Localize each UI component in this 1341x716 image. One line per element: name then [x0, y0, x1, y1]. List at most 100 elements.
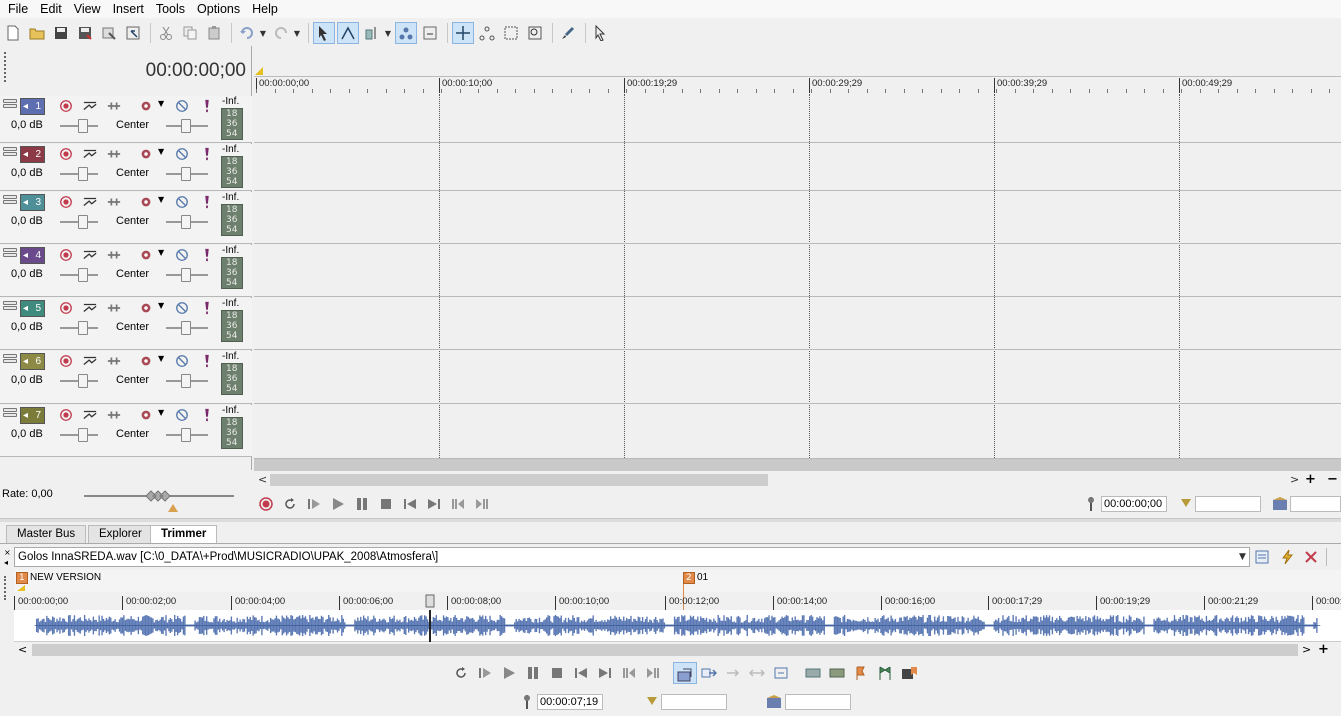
tab-explorer[interactable]: Explorer	[88, 525, 153, 543]
selection-length-field[interactable]	[1290, 496, 1341, 512]
menu-edit[interactable]: Edit	[34, 0, 68, 18]
playhead-handle-icon[interactable]	[425, 594, 435, 608]
track-fx-icon[interactable]	[107, 195, 121, 209]
timeline-area[interactable]	[254, 46, 1341, 470]
snap-button[interactable]	[361, 22, 383, 44]
slider-handle[interactable]	[78, 374, 88, 388]
insert-marker-icon[interactable]	[853, 665, 869, 681]
menu-file[interactable]: File	[2, 0, 34, 18]
arm-record-icon[interactable]	[59, 354, 73, 368]
track-fx-icon[interactable]	[107, 301, 121, 315]
track-expand-icon[interactable]	[3, 248, 17, 263]
create-region-icon[interactable]	[829, 665, 845, 681]
track-header-2[interactable]: ◂ 2 ▼ 0,0 dB Center -Inf. 18 36 54	[0, 144, 252, 191]
slider-handle[interactable]	[181, 374, 191, 388]
track-envelope-icon[interactable]	[83, 301, 97, 315]
trimmer-zoom-fit-icon[interactable]	[773, 665, 789, 681]
redo-button[interactable]	[270, 22, 292, 44]
solo-icon[interactable]	[200, 408, 214, 422]
slider-handle[interactable]	[78, 119, 88, 133]
snap-dropdown-icon[interactable]: ▼	[383, 22, 393, 44]
zoom-tool-button[interactable]	[524, 22, 546, 44]
track-pan-slider[interactable]	[166, 167, 208, 181]
slider-handle[interactable]	[78, 215, 88, 229]
fit-to-fill-icon[interactable]	[749, 665, 765, 681]
loop-icon[interactable]	[282, 496, 298, 512]
menu-tools[interactable]: Tools	[150, 0, 191, 18]
scroll-left-icon[interactable]: <	[258, 473, 267, 486]
solo-icon[interactable]	[200, 301, 214, 315]
cut-button[interactable]	[155, 22, 177, 44]
track-envelope-icon[interactable]	[83, 195, 97, 209]
track-expand-icon[interactable]	[3, 408, 17, 423]
track-number-badge[interactable]: ◂ 4	[20, 247, 45, 264]
track-volume-slider[interactable]	[60, 321, 98, 335]
track-pan-slider[interactable]	[166, 374, 208, 388]
chevron-down-icon[interactable]: ▼	[158, 408, 164, 417]
auto-ripple-button[interactable]	[395, 22, 417, 44]
track-fx-icon[interactable]	[107, 147, 121, 161]
play-icon[interactable]	[330, 496, 346, 512]
normal-edit-tool-button[interactable]	[452, 22, 474, 44]
track-fx-icon[interactable]	[107, 99, 121, 113]
open-button[interactable]	[26, 22, 48, 44]
track-volume-slider[interactable]	[60, 215, 98, 229]
collapse-left-icon[interactable]: ◂	[4, 558, 10, 568]
solo-icon[interactable]	[200, 248, 214, 262]
trimmer-scroll-thumb[interactable]	[32, 644, 1298, 656]
track-pan-slider[interactable]	[166, 119, 208, 133]
gear-icon[interactable]	[139, 354, 153, 368]
slider-handle[interactable]	[181, 268, 191, 282]
tab-master-bus[interactable]: Master Bus	[6, 525, 87, 543]
track-expand-icon[interactable]	[3, 147, 17, 162]
trimmer-previous-frame-icon[interactable]	[621, 665, 637, 681]
selection-start-field[interactable]	[1195, 496, 1261, 512]
track-fx-icon[interactable]	[107, 354, 121, 368]
slider-handle[interactable]	[78, 428, 88, 442]
trimmer-go-to-end-icon[interactable]	[597, 665, 613, 681]
track-header-4[interactable]: ◂ 4 ▼ 0,0 dB Center -Inf. 18 36 54	[0, 245, 252, 297]
gear-icon[interactable]	[139, 99, 153, 113]
rate-slider-thumb-icon[interactable]	[145, 489, 171, 503]
trimmer-history-icon[interactable]	[1255, 549, 1271, 565]
stop-icon[interactable]	[378, 496, 394, 512]
track-fx-icon[interactable]	[107, 248, 121, 262]
arm-record-icon[interactable]	[59, 301, 73, 315]
chevron-down-icon[interactable]: ▼	[158, 301, 164, 310]
zoom-out-icon[interactable]: −	[1327, 472, 1338, 487]
track-number-badge[interactable]: ◂ 5	[20, 300, 45, 317]
slider-handle[interactable]	[181, 167, 191, 181]
track-header-7[interactable]: ◂ 7 ▼ 0,0 dB Center -Inf. 18 36 54	[0, 405, 252, 457]
menu-help[interactable]: Help	[246, 0, 284, 18]
arm-record-icon[interactable]	[59, 408, 73, 422]
track-header-5[interactable]: ◂ 5 ▼ 0,0 dB Center -Inf. 18 36 54	[0, 298, 252, 350]
save-markers-icon[interactable]	[901, 665, 917, 681]
track-header-3[interactable]: ◂ 3 ▼ 0,0 dB Center -Inf. 18 36 54	[0, 192, 252, 244]
selection-tool-button[interactable]	[500, 22, 522, 44]
track-header-1[interactable]: ◂ 1 ▼ 0,0 dB Center -Inf. 18 36 54	[0, 96, 252, 143]
marker-2-flag[interactable]: 2	[683, 572, 695, 584]
properties-button[interactable]	[122, 22, 144, 44]
track-number-badge[interactable]: ◂ 6	[20, 353, 45, 370]
slider-handle[interactable]	[78, 268, 88, 282]
zoom-in-icon[interactable]: +	[1305, 472, 1316, 487]
track-number-badge[interactable]: ◂ 2	[20, 146, 45, 163]
lock-envelopes-button[interactable]	[419, 22, 441, 44]
gear-icon[interactable]	[139, 408, 153, 422]
add-after-cursor-icon[interactable]	[725, 665, 741, 681]
arm-record-icon[interactable]	[59, 248, 73, 262]
mute-icon[interactable]	[175, 408, 189, 422]
arm-record-icon[interactable]	[59, 195, 73, 209]
go-to-end-icon[interactable]	[426, 496, 442, 512]
slider-handle[interactable]	[181, 428, 191, 442]
copy-button[interactable]	[179, 22, 201, 44]
trimmer-lightning-icon[interactable]	[1280, 549, 1296, 565]
gear-icon[interactable]	[139, 195, 153, 209]
mute-icon[interactable]	[175, 99, 189, 113]
insert-region-icon[interactable]	[877, 665, 893, 681]
trimmer-scroll-left-icon[interactable]: <	[18, 643, 27, 656]
mute-icon[interactable]	[175, 195, 189, 209]
mute-icon[interactable]	[175, 248, 189, 262]
add-to-timeline-icon[interactable]	[701, 665, 717, 681]
loop-marker-icon[interactable]	[254, 66, 264, 76]
